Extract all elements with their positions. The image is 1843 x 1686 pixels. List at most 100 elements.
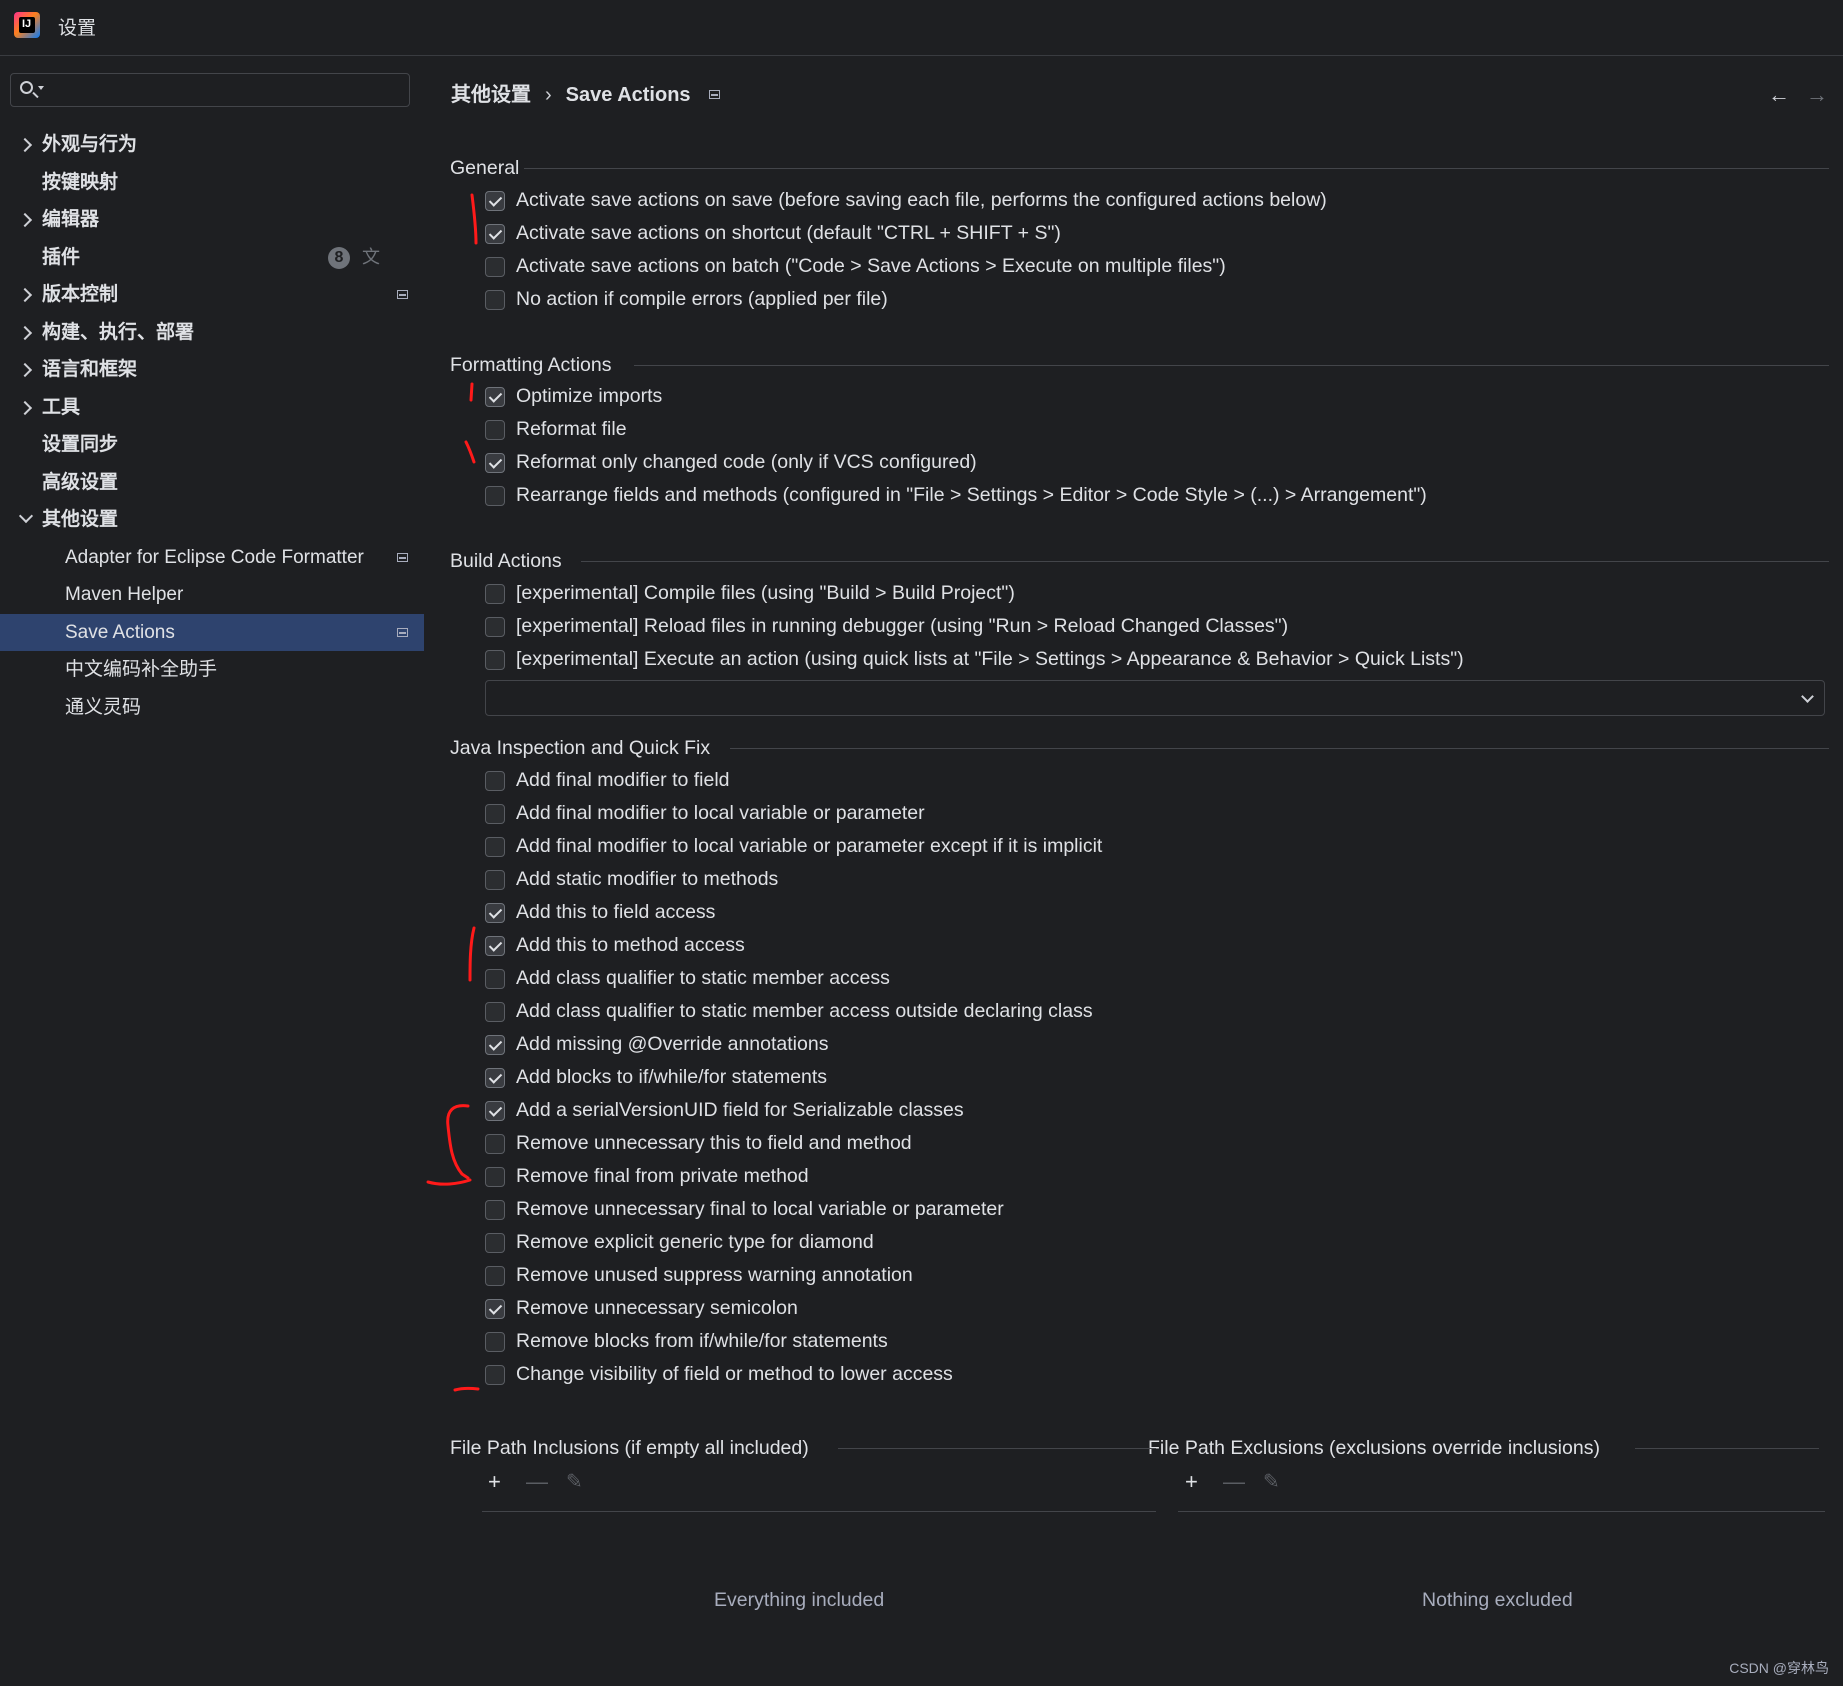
option-row[interactable]: Remove unnecessary final to local variab… [485,1193,1004,1226]
option-row[interactable]: Change visibility of field or method to … [485,1358,953,1391]
checkbox-unchecked[interactable] [485,485,505,506]
checkbox-unchecked[interactable] [485,256,505,277]
option-row[interactable]: Add final modifier to local variable or … [485,797,925,830]
option-row[interactable]: [experimental] Reload files in running d… [485,610,1288,643]
checkbox-checked[interactable] [485,190,505,211]
option-row[interactable]: Add class qualifier to static member acc… [485,995,1093,1028]
settings-search-input[interactable] [10,73,410,107]
checkbox-unchecked[interactable] [485,836,505,857]
forward-arrow-icon[interactable]: → [1806,82,1828,108]
option-row[interactable]: No action if compile errors (applied per… [485,283,888,316]
tree-item-tools[interactable]: 工具 [0,389,424,427]
option-row[interactable]: Add final modifier to local variable or … [485,830,1102,863]
option-row[interactable]: [experimental] Execute an action (using … [485,643,1464,676]
option-row[interactable]: Rearrange fields and methods (configured… [485,479,1427,512]
tree-item-keymap[interactable]: 按键映射 [0,164,424,202]
option-row[interactable]: Add static modifier to methods [485,863,778,896]
option-row[interactable]: Add this to field access [485,896,715,929]
checkbox-unchecked[interactable] [485,869,505,890]
chevron-right-icon[interactable] [18,201,32,238]
tree-item-vcs[interactable]: 版本控制 [0,276,424,314]
option-row[interactable]: Remove final from private method [485,1160,809,1193]
option-row[interactable]: Remove unnecessary semicolon [485,1292,798,1325]
remove-exclusion-button[interactable]: — [1223,1469,1245,1495]
checkbox-unchecked[interactable] [485,649,505,670]
checkbox-checked[interactable] [485,935,505,956]
option-row[interactable]: Activate save actions on save (before sa… [485,184,1327,217]
tree-item-build[interactable]: 构建、执行、部署 [0,314,424,352]
checkbox-unchecked[interactable] [485,289,505,310]
tree-item-languages[interactable]: 语言和框架 [0,351,424,389]
option-row[interactable]: Add blocks to if/while/for statements [485,1061,827,1094]
checkbox-unchecked[interactable] [485,1331,505,1352]
checkbox-unchecked[interactable] [485,1364,505,1385]
option-row[interactable]: Reformat only changed code (only if VCS … [485,446,977,479]
option-row[interactable]: Remove unnecessary this to field and met… [485,1127,912,1160]
breadcrumb-parent[interactable]: 其他设置 [451,82,531,106]
add-exclusion-button[interactable]: + [1185,1469,1198,1495]
option-row[interactable]: Remove unused suppress warning annotatio… [485,1259,913,1292]
chevron-right-icon[interactable] [18,389,32,426]
checkbox-checked[interactable] [485,1067,505,1088]
tree-item-editor[interactable]: 编辑器 [0,201,424,239]
chevron-down-icon[interactable] [1801,690,1814,703]
chevron-down-icon[interactable] [18,501,32,538]
tree-item-maven-helper[interactable]: Maven Helper [0,576,424,614]
settings-sidebar: 外观与行为 按键映射 编辑器 插件 8 文 版本控制 构建、执行、部署 语言和框架 … [0,56,424,1686]
checkbox-unchecked[interactable] [485,1133,505,1154]
option-row[interactable]: Add missing @Override annotations [485,1028,828,1061]
option-row[interactable]: Add final modifier to field [485,764,730,797]
checkbox-unchecked[interactable] [485,803,505,824]
option-row[interactable]: Remove blocks from if/while/for statemen… [485,1325,888,1358]
checkbox-unchecked[interactable] [485,1199,505,1220]
option-row[interactable]: Add class qualifier to static member acc… [485,962,890,995]
edit-exclusion-pencil-icon[interactable]: ✎ [1263,1469,1280,1494]
tree-item-plugins[interactable]: 插件 8 文 [0,239,424,277]
option-row[interactable]: Optimize imports [485,380,662,413]
chevron-right-icon[interactable] [18,276,32,313]
option-label: Add static modifier to methods [516,868,779,890]
tree-item-settings-sync[interactable]: 设置同步 [0,426,424,464]
option-row[interactable]: Add a serialVersionUID field for Seriali… [485,1094,964,1127]
checkbox-unchecked[interactable] [485,1265,505,1286]
tree-item-appearance[interactable]: 外观与行为 [0,126,424,164]
option-row[interactable]: Activate save actions on shortcut (defau… [485,217,1061,250]
checkbox-unchecked[interactable] [485,1001,505,1022]
option-row[interactable]: Reformat file [485,413,627,446]
chevron-right-icon[interactable] [18,314,32,351]
option-row[interactable]: [experimental] Compile files (using "Bui… [485,577,1015,610]
checkbox-checked[interactable] [485,1298,505,1319]
option-label: Add class qualifier to static member acc… [516,1000,1093,1022]
checkbox-unchecked[interactable] [485,968,505,989]
tree-item-advanced[interactable]: 高级设置 [0,464,424,502]
edit-inclusion-pencil-icon[interactable]: ✎ [566,1469,583,1494]
checkbox-unchecked[interactable] [485,419,505,440]
checkbox-checked[interactable] [485,223,505,244]
add-inclusion-button[interactable]: + [488,1469,501,1495]
checkbox-unchecked[interactable] [485,1166,505,1187]
checkbox-checked[interactable] [485,1100,505,1121]
remove-inclusion-button[interactable]: — [526,1469,548,1495]
checkbox-checked[interactable] [485,1034,505,1055]
search-history-caret-icon[interactable] [38,86,44,90]
checkbox-checked[interactable] [485,902,505,923]
checkbox-unchecked[interactable] [485,1232,505,1253]
tree-item-eclipse-formatter[interactable]: Adapter for Eclipse Code Formatter [0,539,424,577]
checkbox-checked[interactable] [485,386,505,407]
quick-list-combobox[interactable] [485,680,1825,716]
checkbox-unchecked[interactable] [485,616,505,637]
option-row[interactable]: Remove explicit generic type for diamond [485,1226,874,1259]
checkbox-checked[interactable] [485,452,505,473]
back-arrow-icon[interactable]: ← [1768,82,1790,108]
tree-item-other-settings[interactable]: 其他设置 [0,501,424,539]
chevron-right-icon[interactable] [18,351,32,388]
checkbox-unchecked[interactable] [485,583,505,604]
checkbox-unchecked[interactable] [485,770,505,791]
chevron-right-icon[interactable] [18,126,32,163]
tree-item-tongyi-lingma[interactable]: 通义灵码 [0,689,424,727]
tree-item-chinese-completion[interactable]: 中文编码补全助手 [0,651,424,689]
option-row[interactable]: Add this to method access [485,929,745,962]
tree-item-save-actions[interactable]: Save Actions [0,613,424,651]
section-exclusions-header: File Path Exclusions (exclusions overrid… [1148,1436,1600,1460]
option-row[interactable]: Activate save actions on batch ("Code > … [485,250,1226,283]
